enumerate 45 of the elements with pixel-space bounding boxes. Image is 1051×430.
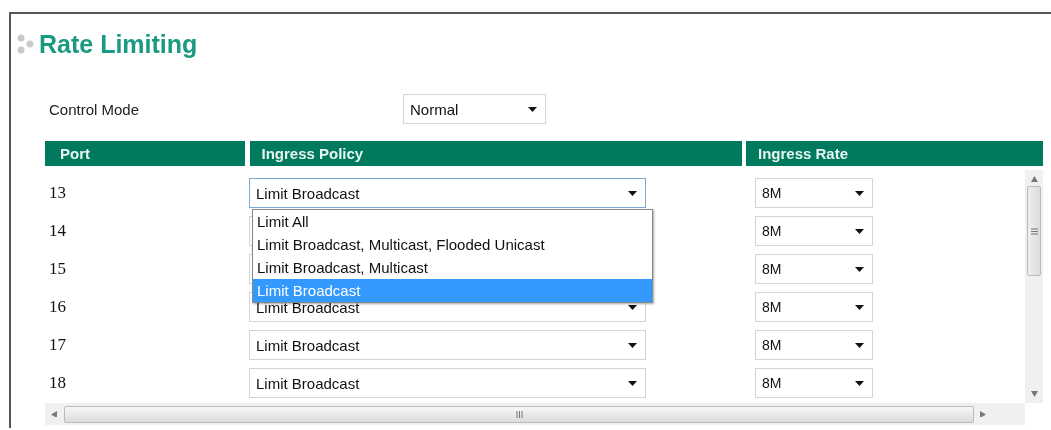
caret-icon bbox=[855, 266, 864, 272]
rate-select[interactable]: 8M bbox=[755, 368, 873, 398]
rate-select[interactable]: 8M bbox=[755, 330, 873, 360]
port-number: 15 bbox=[48, 259, 66, 279]
column-header: Ingress Rate bbox=[746, 141, 1043, 166]
control-mode-label: Control Mode bbox=[49, 100, 141, 118]
caret-icon bbox=[628, 380, 637, 386]
caret-icon bbox=[855, 190, 864, 196]
control-mode-select[interactable]: Normal bbox=[403, 94, 546, 124]
scroll-thumb[interactable] bbox=[64, 405, 974, 423]
rate-select[interactable]: 8M bbox=[755, 292, 873, 322]
rate-select[interactable]: 8M bbox=[755, 254, 873, 284]
scroll-right-icon[interactable] bbox=[980, 411, 987, 417]
scroll-up-icon[interactable] bbox=[1030, 176, 1038, 182]
page-title: Rate Limiting bbox=[39, 29, 198, 59]
column-header: Port bbox=[45, 141, 245, 166]
menu-option[interactable]: Limit Broadcast, Multicast, Flooded Unicast bbox=[253, 233, 652, 256]
caret-icon bbox=[528, 106, 537, 112]
port-number: 14 bbox=[48, 221, 66, 241]
column-header: Ingress Policy bbox=[249, 141, 742, 166]
dots-icon bbox=[17, 33, 35, 55]
policy-select[interactable]: Limit Broadcast bbox=[249, 330, 646, 360]
caret-icon bbox=[628, 190, 637, 196]
rate-select[interactable]: 8M bbox=[755, 216, 873, 246]
caret-icon bbox=[855, 342, 864, 348]
caret-icon bbox=[628, 342, 637, 348]
caret-icon bbox=[855, 380, 864, 386]
policy-select[interactable]: Limit Broadcast bbox=[249, 368, 646, 398]
caret-icon bbox=[855, 228, 864, 234]
scroll-left-icon[interactable] bbox=[51, 411, 58, 417]
port-number: 17 bbox=[48, 335, 66, 355]
scroll-thumb[interactable] bbox=[1027, 186, 1041, 276]
vertical-scrollbar[interactable] bbox=[1025, 170, 1043, 403]
caret-icon bbox=[855, 304, 864, 310]
menu-option[interactable]: Limit All bbox=[253, 210, 652, 233]
port-number: 13 bbox=[48, 183, 66, 203]
horizontal-scrollbar[interactable] bbox=[45, 403, 1025, 425]
grip-icon bbox=[515, 410, 523, 418]
grip-icon bbox=[1030, 227, 1038, 235]
port-number: 18 bbox=[48, 373, 66, 393]
scroll-down-icon[interactable] bbox=[1030, 391, 1038, 397]
menu-option[interactable]: Limit Broadcast, Multicast bbox=[253, 256, 652, 279]
port-number: 16 bbox=[48, 297, 66, 317]
policy-select[interactable]: Limit Broadcast bbox=[249, 178, 646, 208]
rate-select[interactable]: 8M bbox=[755, 178, 873, 208]
